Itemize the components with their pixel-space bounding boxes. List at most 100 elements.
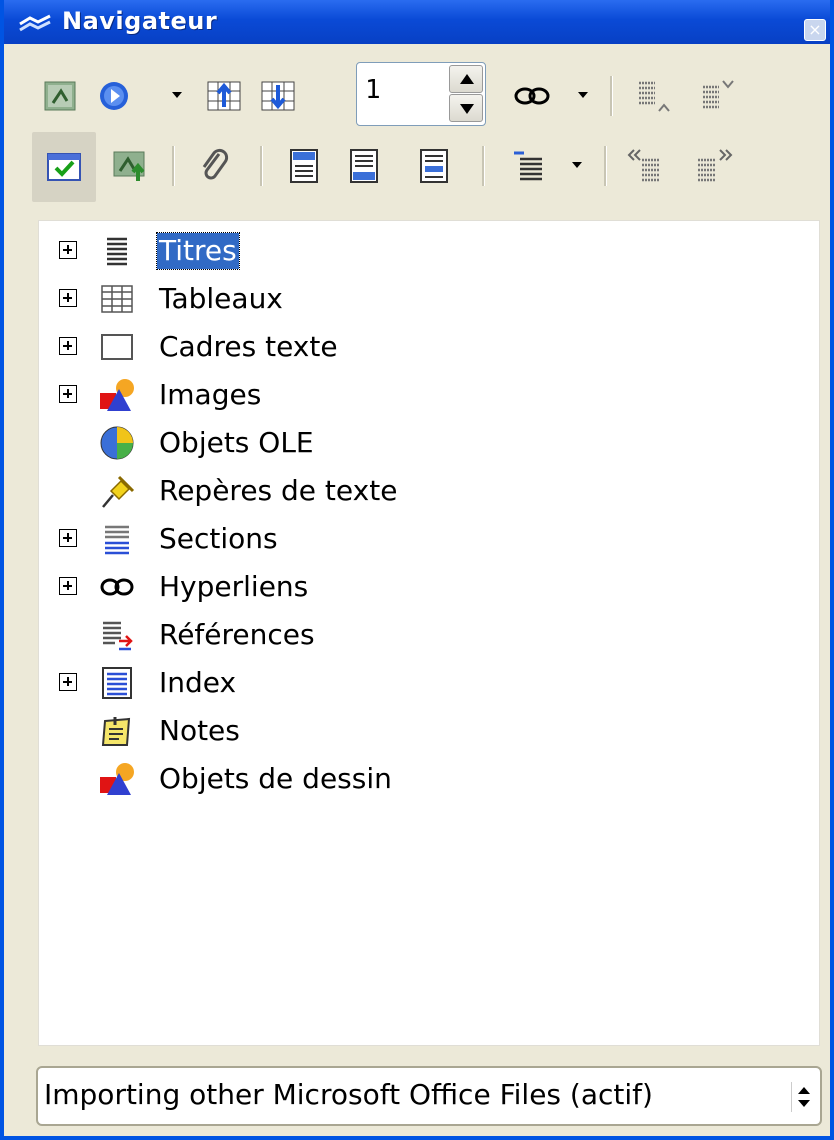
toolbar-separator: [482, 146, 485, 186]
demote-level-button[interactable]: [698, 76, 738, 116]
tree-item-label: Index: [159, 666, 237, 699]
tree-item-label: Objets de dessin: [159, 762, 392, 795]
expand-icon[interactable]: [59, 577, 77, 595]
header-icon: [290, 149, 318, 183]
expand-icon[interactable]: [59, 529, 77, 547]
expand-icon[interactable]: [59, 289, 77, 307]
index-icon: [102, 667, 132, 699]
navigation-dropdown[interactable]: [170, 76, 184, 116]
tree-item-label: Références: [159, 618, 315, 651]
tree-item-label: Sections: [159, 522, 278, 555]
tree-item-label: Repères de texte: [159, 474, 398, 507]
navigation-toggle-button[interactable]: [40, 76, 80, 116]
demote-chapter-icon: [698, 149, 733, 182]
hyperlink-icon: [100, 578, 134, 596]
promote-level-icon: [639, 81, 670, 112]
next-button[interactable]: [258, 76, 298, 116]
anchor-icon: [420, 149, 448, 183]
demote-chapter-button[interactable]: [694, 146, 734, 186]
tree-item-label: Cadres texte: [159, 330, 338, 363]
navigation-icon: [44, 81, 76, 111]
tree-item-hyperliens[interactable]: Hyperliens: [39, 565, 799, 611]
tree-item-titres[interactable]: Titres: [39, 229, 799, 275]
footer-icon: [350, 149, 378, 183]
tree-item-references[interactable]: Références: [39, 613, 799, 659]
navigator-tree[interactable]: Titres Tableaux Cadres texte Images Obje…: [38, 220, 820, 1046]
toolbar-separator: [260, 146, 263, 186]
next-icon: [261, 81, 295, 111]
toolbar-separator: [172, 146, 175, 186]
paperclip-icon: [202, 148, 229, 180]
expand-icon[interactable]: [59, 385, 77, 403]
anchor-button[interactable]: [414, 146, 454, 186]
chevron-down-icon: [172, 92, 182, 98]
chevron-down-icon: [578, 92, 588, 98]
tree-item-index[interactable]: Index: [39, 661, 799, 707]
toolbar-separator: [604, 146, 607, 186]
promote-chapter-icon: [627, 149, 660, 182]
spin-down-button[interactable]: [449, 94, 483, 122]
hyperlink-drag-mode-button[interactable]: [512, 76, 552, 116]
demote-level-icon: [703, 80, 734, 109]
expand-icon[interactable]: [59, 673, 77, 691]
frame-icon: [101, 334, 133, 360]
tree-item-label: Titres: [156, 232, 240, 270]
insert-hyperlink-icon: [514, 87, 550, 105]
header-button[interactable]: [284, 146, 324, 186]
expand-icon[interactable]: [59, 241, 77, 259]
toolbar-row-2: [4, 132, 830, 202]
bookmark-pin-icon: [102, 475, 135, 508]
tree-item-label: Objets OLE: [159, 426, 314, 459]
tree-item-objets-ole[interactable]: Objets OLE: [39, 421, 799, 467]
navigation-button[interactable]: [94, 76, 134, 116]
up-down-arrows-icon: [791, 1082, 810, 1112]
heading-levels-icon: [514, 151, 542, 181]
window-title: Navigateur: [62, 7, 218, 35]
heading-levels-dropdown[interactable]: [570, 146, 584, 186]
drawing-objects-icon: [100, 763, 134, 795]
content-view-toggle-icon: [47, 153, 81, 181]
previous-icon: [207, 81, 241, 111]
heading-levels-button[interactable]: [508, 146, 548, 186]
title-bar[interactable]: Navigateur ×: [4, 0, 830, 44]
page-number-spinbox[interactable]: 1: [356, 62, 486, 126]
tree-item-sections[interactable]: Sections: [39, 517, 799, 563]
previous-button[interactable]: [204, 76, 244, 116]
up-arrow-icon: [460, 74, 474, 84]
promote-chapter-button[interactable]: [626, 146, 666, 186]
close-button[interactable]: ×: [804, 19, 826, 41]
tree-item-notes[interactable]: Notes: [39, 709, 799, 755]
toolbar-separator: [610, 76, 613, 116]
navigate-icon: [100, 82, 128, 110]
set-reminder-icon: [113, 151, 145, 181]
headings-icon: [107, 237, 127, 266]
expand-icon[interactable]: [59, 337, 77, 355]
tree-item-label: Tableaux: [159, 282, 283, 315]
document-select-value: Importing other Microsoft Office Files (…: [44, 1078, 653, 1111]
tree-item-cadres-texte[interactable]: Cadres texte: [39, 325, 799, 371]
tree-item-reperes-de-texte[interactable]: Repères de texte: [39, 469, 799, 515]
references-icon: [103, 621, 133, 651]
image-icon: [100, 379, 134, 411]
set-reminder-button[interactable]: [110, 146, 150, 186]
sections-icon: [105, 525, 129, 555]
table-icon: [101, 285, 133, 313]
tree-item-label: Notes: [159, 714, 240, 747]
spin-up-button[interactable]: [449, 65, 483, 93]
content-view-button[interactable]: [32, 132, 96, 202]
chevron-down-icon: [572, 162, 582, 168]
drag-mode-dropdown[interactable]: [576, 76, 590, 116]
tree-item-tableaux[interactable]: Tableaux: [39, 277, 799, 323]
attachment-button[interactable]: [194, 146, 234, 186]
navigator-title-icon: [19, 14, 51, 32]
down-arrow-icon: [460, 104, 474, 114]
tree-item-images[interactable]: Images: [39, 373, 799, 419]
document-select[interactable]: Importing other Microsoft Office Files (…: [36, 1066, 822, 1126]
footer-button[interactable]: [344, 146, 384, 186]
toolbar-row-1: 1: [4, 62, 830, 128]
navigator-window: Navigateur × 1 Titres Tableaux Cadres te…: [0, 0, 834, 1140]
promote-level-button[interactable]: [634, 76, 674, 116]
ole-object-icon: [100, 426, 134, 460]
page-number-value[interactable]: 1: [365, 75, 381, 105]
tree-item-objets-de-dessin[interactable]: Objets de dessin: [39, 757, 799, 803]
